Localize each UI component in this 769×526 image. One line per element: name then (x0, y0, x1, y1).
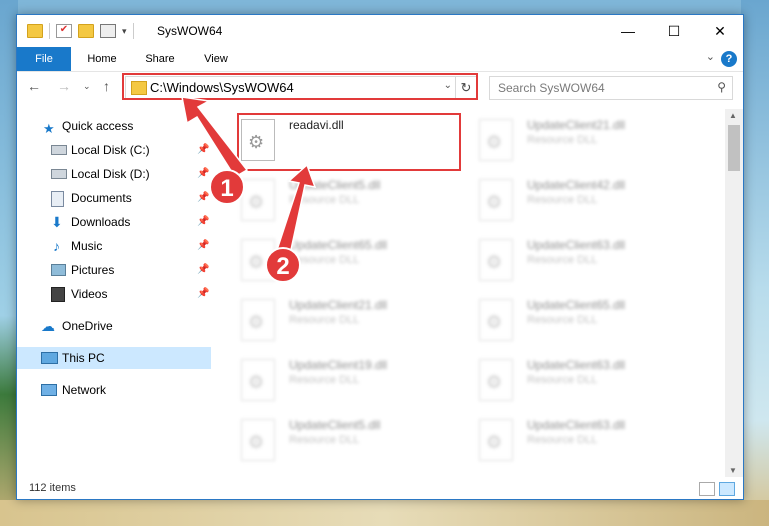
file-explorer-window: ✔ ▾ SysWOW64 — ☐ ✕ File Home Share View … (16, 14, 744, 500)
annotation-arrows (181, 96, 317, 260)
arrow-1 (181, 96, 249, 179)
arrow-2 (274, 163, 317, 260)
desktop-background-right (741, 0, 769, 526)
step-1-badge: 1 (209, 169, 245, 205)
step-2-badge: 2 (265, 247, 301, 283)
desktop-background-bottom (0, 500, 769, 526)
